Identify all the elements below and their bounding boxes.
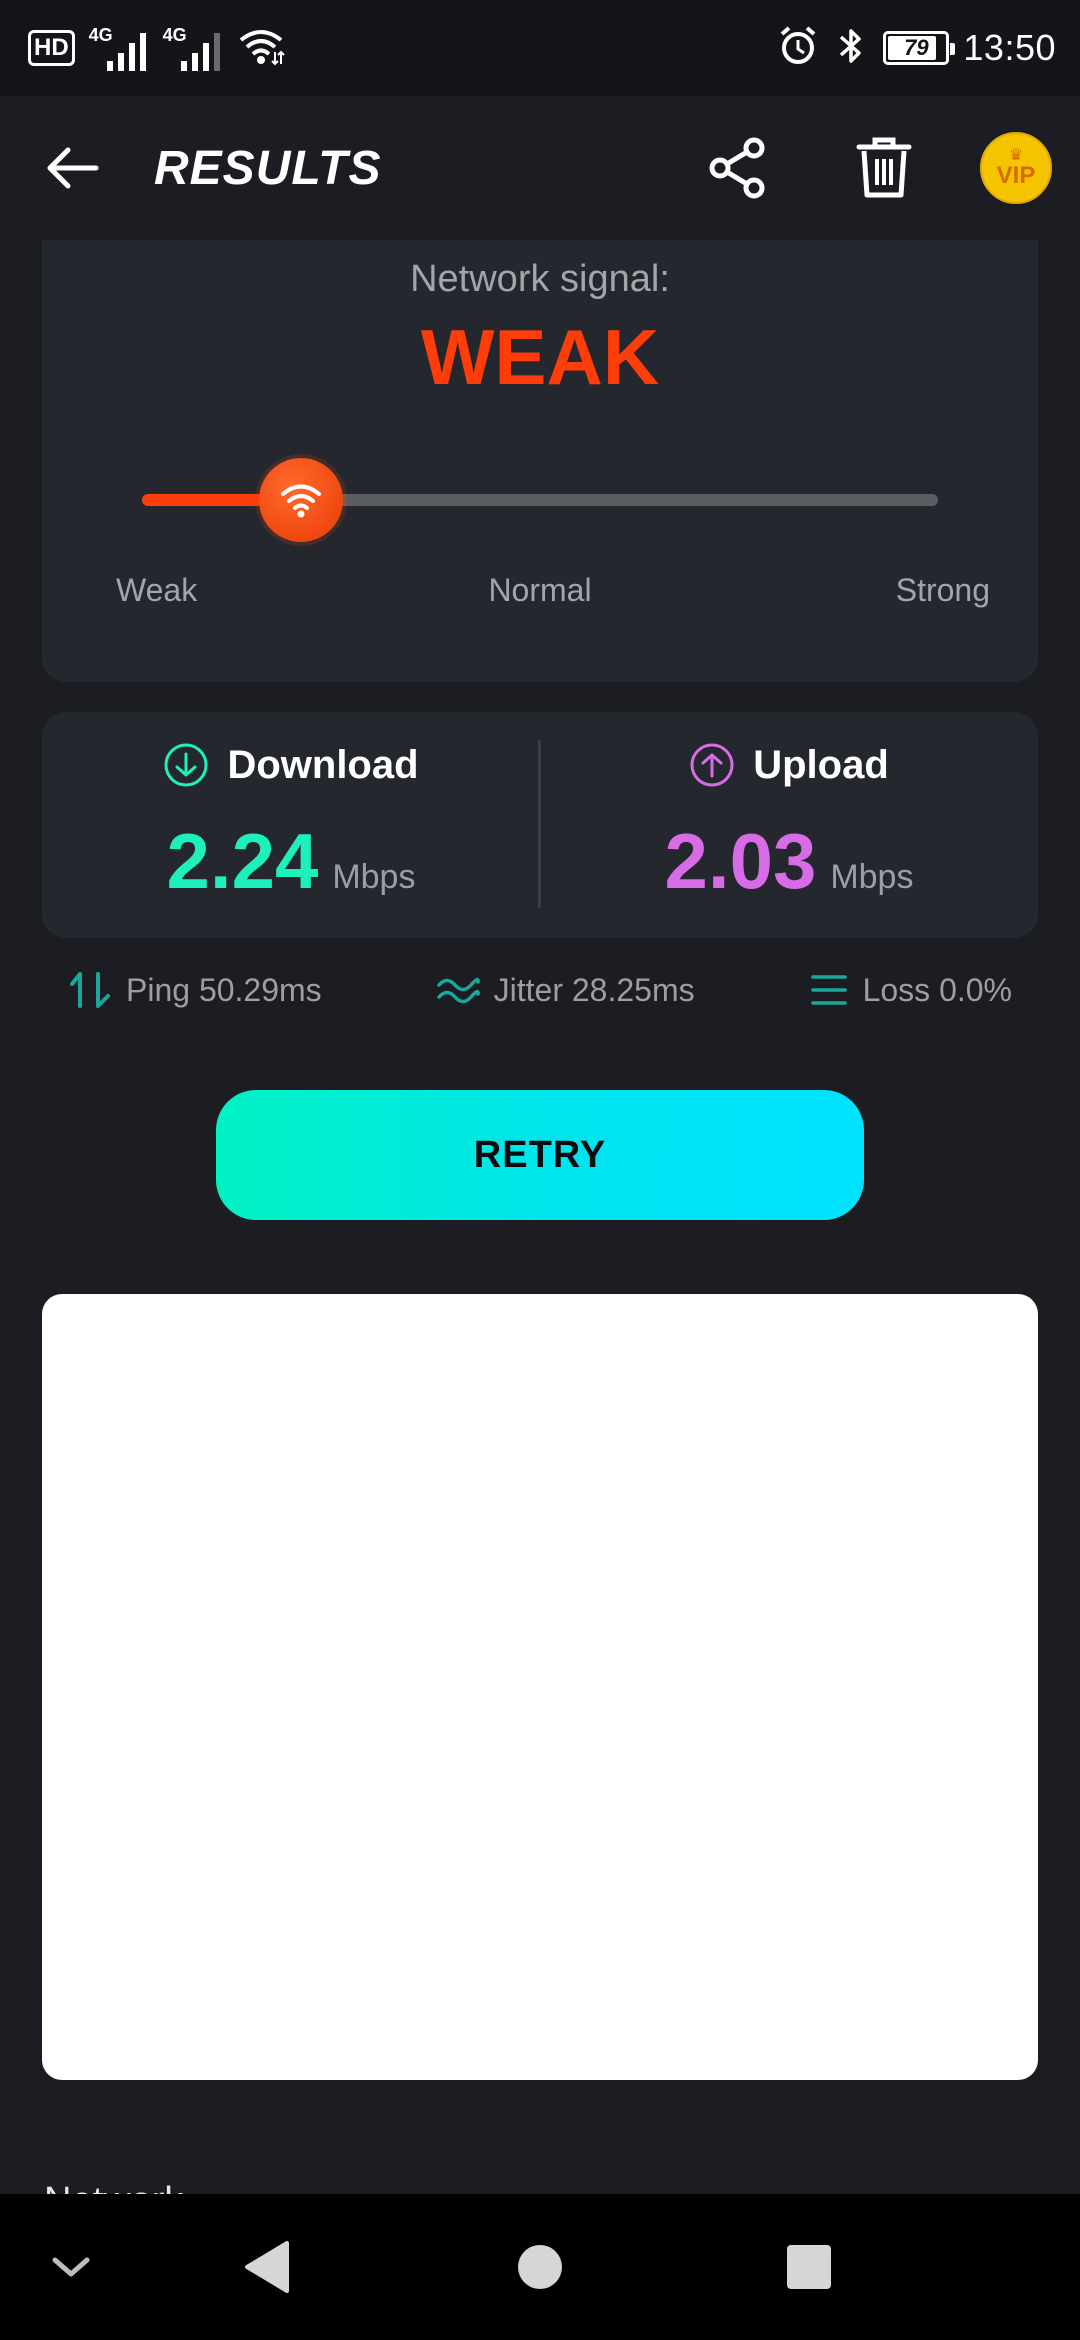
bluetooth-icon [833,25,869,72]
upload-speed-unit: Mbps [830,858,914,896]
scale-label-strong: Strong [895,572,990,608]
download-value-row: 2.24 Mbps [42,816,540,907]
vip-label: VIP [996,162,1036,189]
status-bar-right: 79 13:50 [777,25,1056,72]
cellular-signal-icon-2: 4G [163,25,223,71]
upload-value-row: 2.03 Mbps [540,816,1038,907]
network-signal-card: Network signal: WEAK Weak Normal Strong [42,240,1038,682]
wifi-status-icon [237,26,285,71]
back-arrow-icon [47,147,99,189]
nav-back-button[interactable] [232,2232,302,2302]
share-icon [709,137,765,199]
share-button[interactable] [688,118,788,218]
chevron-down-icon [52,2257,90,2277]
triangle-back-icon [245,2241,289,2293]
battery-level-text: 79 [904,35,929,60]
ad-banner[interactable] [42,1294,1038,2080]
download-section: Download 2.24 Mbps [42,712,540,938]
loss-value: Loss 0.0% [862,971,1012,1008]
hd-badge: HD [28,30,75,66]
back-button[interactable] [28,124,116,212]
square-recents-icon [787,2245,831,2289]
signal-strength-indicator [259,458,344,542]
loss-icon [810,975,847,1005]
status-bar-left: HD 4G 4G [28,25,285,71]
nav-collapse-button[interactable] [36,2232,106,2302]
loss-metric: Loss 0.0% [809,972,1012,1009]
page-title: RESULTS [154,141,382,195]
jitter-value: Jitter 28.25ms [493,971,695,1008]
jitter-metric: Jitter 28.25ms [436,972,695,1009]
app-bar-actions: ♛ VIP [688,118,1052,218]
status-clock: 13:50 [963,27,1056,68]
app-bar: RESULTS ♛ VIP [0,96,1080,240]
download-icon [164,743,208,787]
wifi-icon [281,484,322,518]
upload-speed-value: 2.03 [664,817,817,905]
cellular-signal-icon-1: 4G [89,25,149,71]
network-signal-label: Network signal: [410,258,670,300]
nav-recents-button[interactable] [774,2232,844,2302]
delete-button[interactable] [834,118,934,218]
ping-value: Ping 50.29ms [126,971,322,1008]
vip-button[interactable]: ♛ VIP [980,132,1052,204]
ping-icon [70,972,110,1008]
system-navigation-bar [0,2194,1080,2340]
upload-label: Upload [753,742,889,787]
network-section-heading: Network [44,2180,183,2222]
upload-section: Upload 2.03 Mbps [540,712,1038,938]
network-signal-value: WEAK [420,313,660,401]
download-label: Download [227,742,419,787]
battery-icon: 79 [883,31,956,65]
download-speed-unit: Mbps [332,858,416,896]
ping-metric: Ping 50.29ms [68,970,322,1010]
circle-home-icon [518,2245,562,2289]
upload-icon [690,743,734,787]
connection-metrics: Ping 50.29ms Jitter 28.25ms Loss 0.0% [42,960,1038,1020]
download-speed-value: 2.24 [166,817,319,905]
signal-strength-meter [142,458,938,542]
status-bar: HD 4G 4G 79 13:50 [0,0,1080,96]
speed-results-card: Download 2.24 Mbps Upload 2.03 Mbps [42,712,1038,938]
scale-label-normal: Normal [488,572,592,608]
retry-button[interactable]: RETRY [216,1090,864,1220]
alarm-icon [777,25,819,72]
upload-header: Upload [540,742,1038,788]
jitter-icon [436,977,480,1004]
download-header: Download [42,742,540,788]
trash-icon [856,137,912,198]
nav-home-button[interactable] [505,2232,575,2302]
